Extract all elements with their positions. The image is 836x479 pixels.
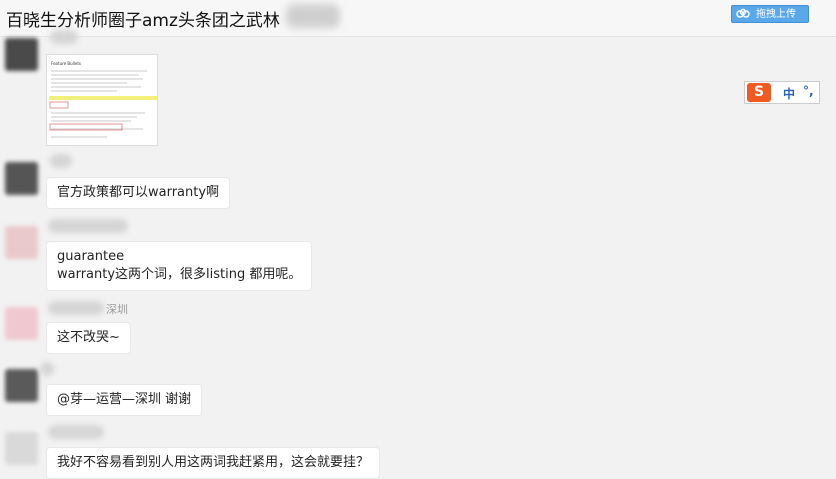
sender-name-redacted xyxy=(48,425,104,439)
title-bar: 百晓生分析师圈子amz头条团之武林 拖拽上传 xyxy=(0,0,836,37)
avatar[interactable] xyxy=(5,432,38,465)
sender-name-redacted xyxy=(48,219,128,233)
message-bubble: 我好不容易看到别人用这两词我赶紧用，这会就要挂？ xyxy=(46,447,381,479)
cloud-icon xyxy=(736,8,750,18)
ime-toolbar[interactable]: S 中 °, xyxy=(744,81,820,104)
avatar[interactable] xyxy=(5,226,38,259)
image-attachment[interactable]: Feature Bullets xyxy=(46,54,158,146)
message-text: 这不改哭~ xyxy=(57,330,120,345)
preview-heading: Feature Bullets xyxy=(51,61,81,66)
upload-button-label: 拖拽上传 xyxy=(756,9,796,20)
avatar[interactable] xyxy=(5,162,38,195)
chat-title: 百晓生分析师圈子amz头条团之武林 xyxy=(6,11,280,31)
message-text-line: warranty这两个词，很多listing 都用呢。 xyxy=(57,267,302,282)
sender-name-redacted xyxy=(50,154,72,168)
ime-language-toggle[interactable]: 中 xyxy=(783,85,795,102)
avatar[interactable] xyxy=(5,307,38,340)
document-preview: Feature Bullets xyxy=(47,55,157,145)
sender-name-redacted xyxy=(50,30,78,44)
avatar[interactable] xyxy=(5,38,38,71)
ime-punctuation-toggle[interactable]: °, xyxy=(803,84,814,98)
sender-name-redacted xyxy=(40,362,54,376)
message-text-line: guarantee xyxy=(57,249,125,264)
message-bubble: @芽—运营—深圳 谢谢 xyxy=(46,384,203,416)
message-text: 官方政策都可以warranty啊 xyxy=(57,185,220,200)
title-redaction xyxy=(286,4,340,28)
message-text: @芽—运营—深圳 谢谢 xyxy=(57,392,192,407)
avatar[interactable] xyxy=(5,369,38,402)
upload-button[interactable]: 拖拽上传 xyxy=(731,5,809,23)
sender-name-redacted xyxy=(48,301,104,315)
sender-location: 深圳 xyxy=(106,303,128,316)
message-bubble: 这不改哭~ xyxy=(46,322,131,354)
message-text: 我好不容易看到别人用这两词我赶紧用，这会就要挂？ xyxy=(57,455,370,470)
message-bubble: 官方政策都可以warranty啊 xyxy=(46,177,231,209)
ime-logo: S xyxy=(747,83,771,102)
message-bubble: guarantee warranty这两个词，很多listing 都用呢。 xyxy=(46,241,313,291)
